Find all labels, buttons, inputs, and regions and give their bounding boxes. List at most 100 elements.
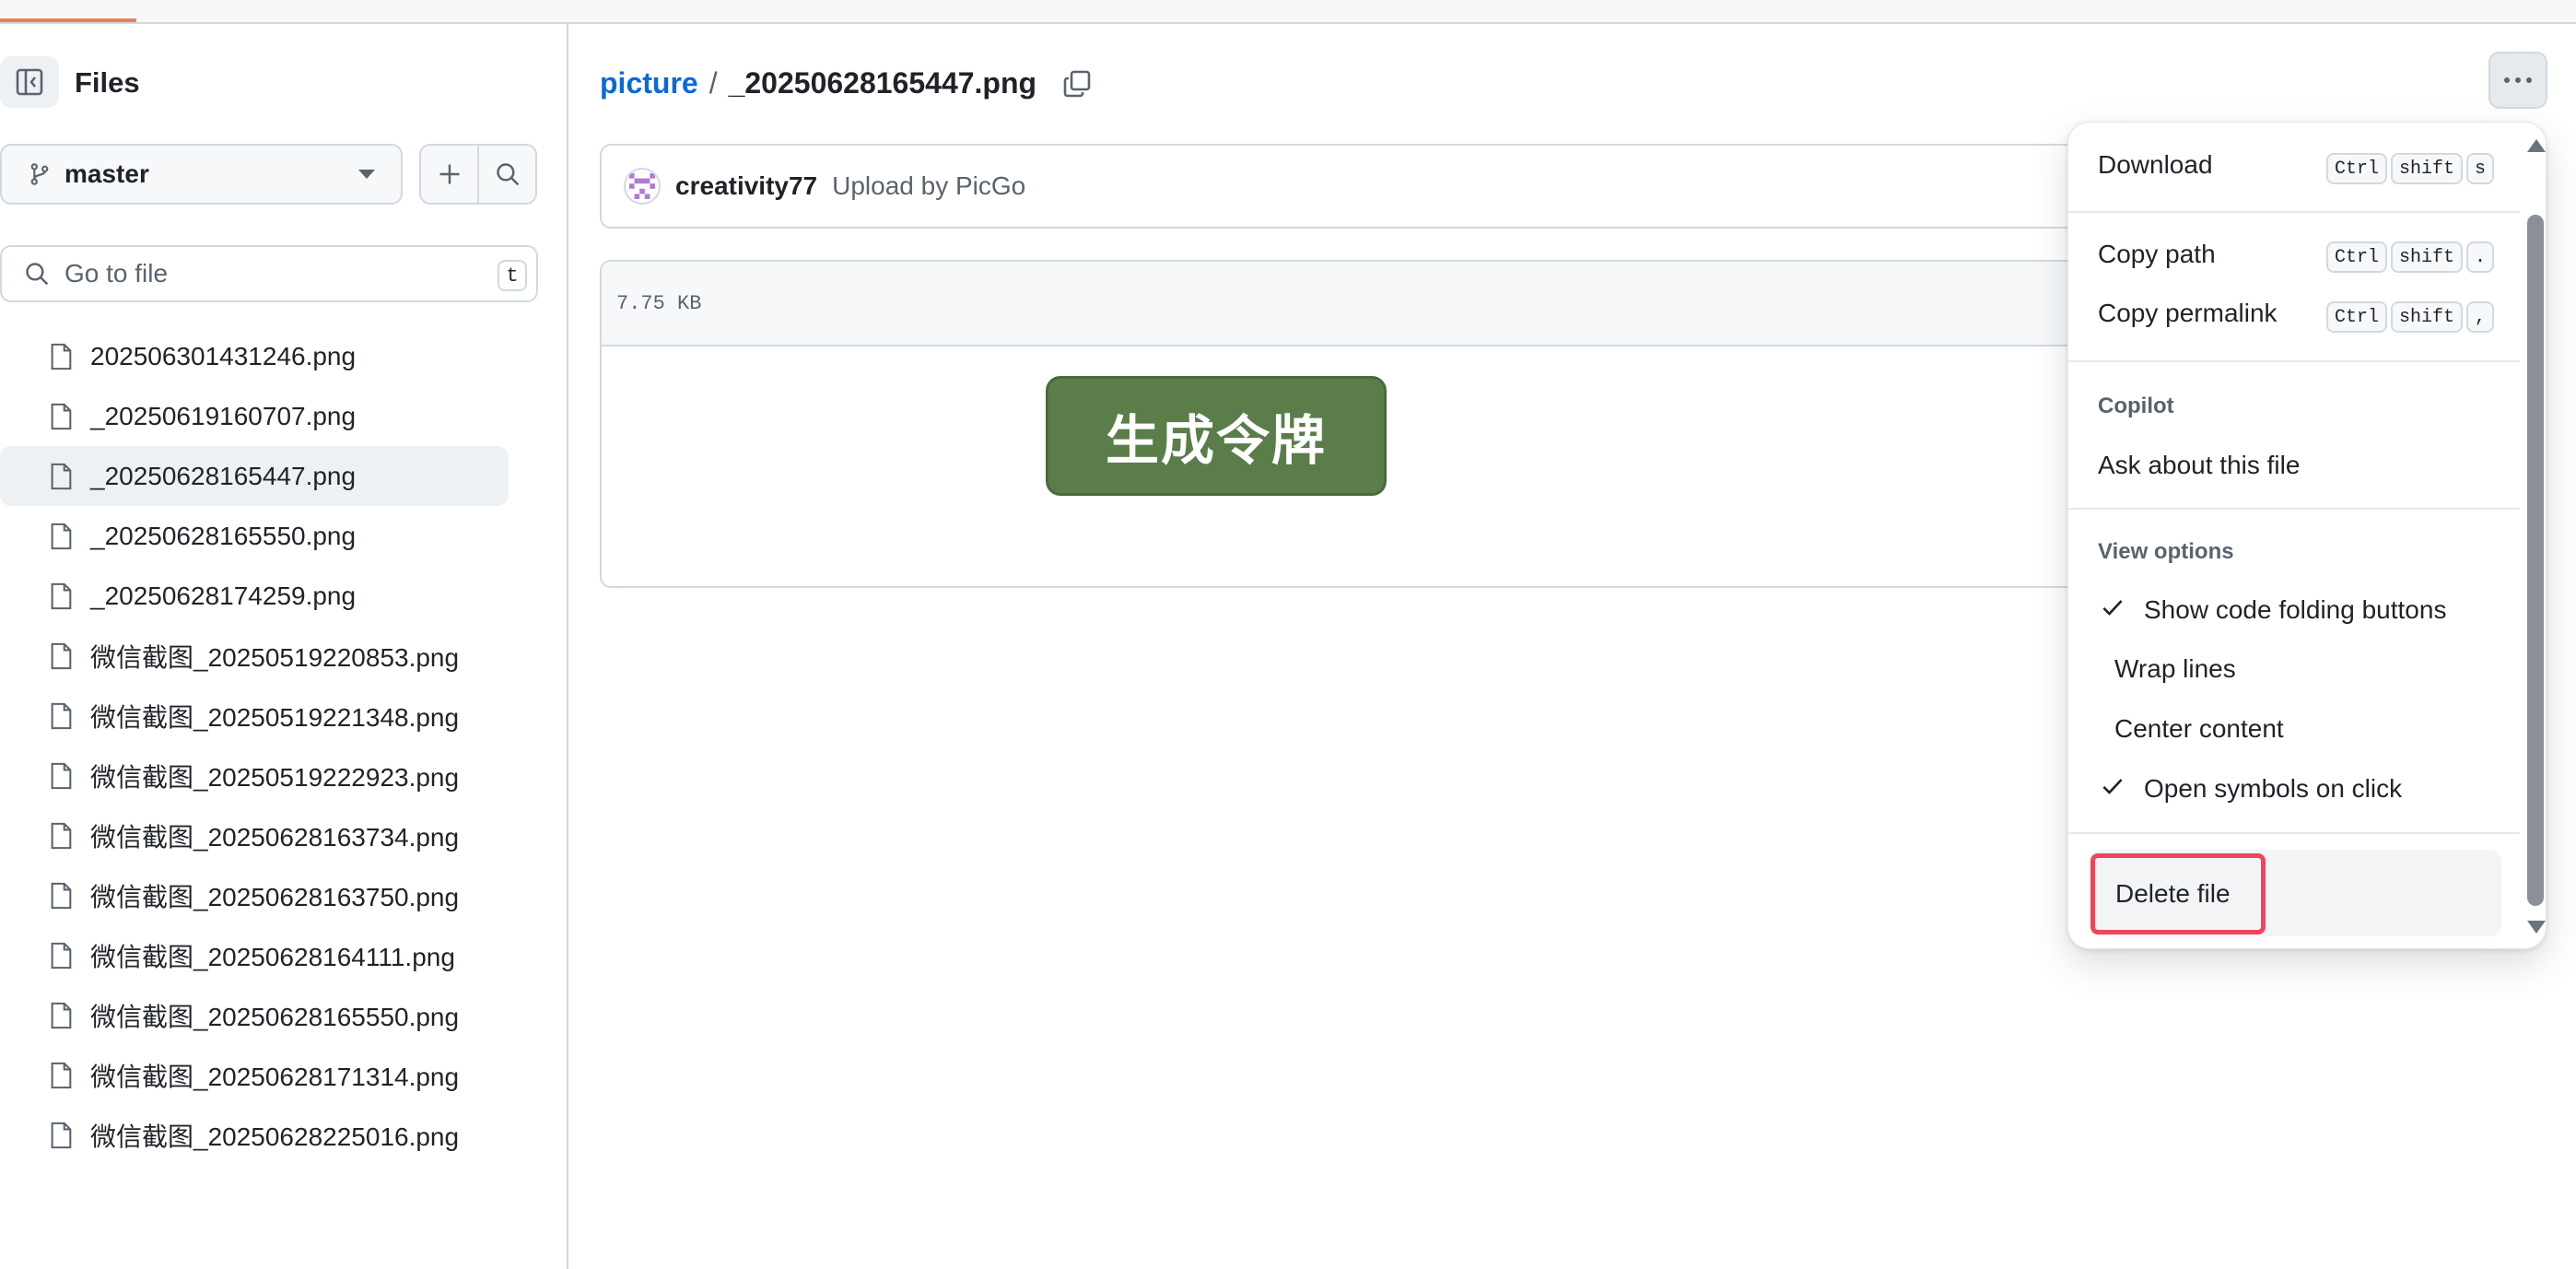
check-icon xyxy=(2102,600,2123,616)
menu-divider xyxy=(2068,211,2520,213)
file-icon xyxy=(51,702,72,729)
commit-message[interactable]: Upload by PicGo xyxy=(832,171,1025,201)
menu-divider xyxy=(2068,508,2520,510)
go-to-file-shortcut: t xyxy=(498,260,527,291)
file-icon xyxy=(51,762,72,789)
file-tree-item-name: _20250628165447.png xyxy=(90,461,357,490)
file-tree-item[interactable]: _20250628165447.png xyxy=(0,446,509,506)
file-tree-item-name: _20250628174259.png xyxy=(90,581,357,610)
kbd-key: Ctrl xyxy=(2325,241,2387,273)
file-tree-item[interactable]: 202506301431246.png xyxy=(0,326,509,386)
search-icon xyxy=(496,163,519,186)
go-to-file-search: t xyxy=(0,245,538,302)
file-icon xyxy=(51,463,72,489)
kbd-key: shift xyxy=(2390,241,2463,273)
copy-permalink-shortcut: Ctrl shift , xyxy=(2325,301,2494,333)
file-tree-item-name: 微信截图_20250628225016.png xyxy=(90,1122,460,1151)
search-icon xyxy=(26,263,49,286)
file-tree-item[interactable]: 微信截图_20250628163734.png xyxy=(0,805,509,865)
copy-path-button[interactable] xyxy=(1062,69,1092,99)
kbd-key: . xyxy=(2465,241,2494,273)
menu-item-wrap-lines[interactable]: Wrap lines xyxy=(2114,654,2236,684)
menu-section-copilot: Copilot xyxy=(2098,394,2174,418)
file-icon xyxy=(51,642,72,669)
file-tree-item[interactable]: 微信截图_20250628171314.png xyxy=(0,1045,509,1105)
file-tree-item-name: 微信截图_20250519220853.png xyxy=(90,642,460,672)
kbd-key: shift xyxy=(2390,153,2463,184)
file-icon xyxy=(51,523,72,549)
collapse-sidebar-button[interactable] xyxy=(0,56,59,108)
file-tree-item[interactable]: _20250619160707.png xyxy=(0,386,509,446)
add-file-button[interactable] xyxy=(421,146,477,203)
breadcrumb-repo-link[interactable]: picture xyxy=(600,66,698,100)
scrollbar-thumb[interactable] xyxy=(2527,215,2544,906)
search-code-button[interactable] xyxy=(477,146,535,203)
file-tree-item[interactable]: 微信截图_20250519220853.png xyxy=(0,626,509,686)
scroll-up-arrow-icon[interactable] xyxy=(2527,139,2546,152)
commit-author[interactable]: creativity77 xyxy=(675,171,817,201)
top-header-bar xyxy=(0,0,2576,24)
file-tree-item[interactable]: _20250628174259.png xyxy=(0,566,509,626)
file-icon xyxy=(51,822,72,849)
kebab-horizontal-icon xyxy=(2504,77,2532,83)
file-tree-item-name: 微信截图_20250628165550.png xyxy=(90,1002,460,1031)
menu-scrollbar[interactable] xyxy=(2522,123,2546,948)
menu-item-copy-path[interactable]: Copy path xyxy=(2098,240,2216,269)
sidebar-title: Files xyxy=(75,66,140,99)
menu-item-show-code-folding[interactable]: Show code folding buttons xyxy=(2144,595,2446,625)
scroll-down-arrow-icon[interactable] xyxy=(2527,921,2546,934)
git-branch-icon xyxy=(30,163,49,185)
file-tree-item-name: 微信截图_20250519222923.png xyxy=(90,762,460,792)
file-tree-item-name: 微信截图_20250628163750.png xyxy=(90,882,460,911)
kbd-key: , xyxy=(2465,301,2494,333)
branch-name: master xyxy=(64,159,149,188)
file-tree-item[interactable]: 微信截图_20250519221348.png xyxy=(0,686,509,746)
menu-divider xyxy=(2068,832,2520,834)
menu-item-open-symbols[interactable]: Open symbols on click xyxy=(2144,774,2402,804)
check-icon xyxy=(2102,779,2123,794)
file-tree-item-name: 微信截图_20250628163734.png xyxy=(90,822,460,852)
branch-selector[interactable]: master xyxy=(0,144,403,205)
file-tree-item[interactable]: 微信截图_20250519222923.png xyxy=(0,746,509,805)
menu-item-ask-copilot[interactable]: Ask about this file xyxy=(2098,451,2300,480)
delete-file-label: Delete file xyxy=(2115,879,2231,908)
copy-icon xyxy=(1063,70,1091,97)
file-tree-item[interactable]: 微信截图_20250628225016.png xyxy=(0,1105,509,1165)
file-tree-item-name: 微信截图_20250628164111.png xyxy=(90,942,455,971)
chevron-down-icon xyxy=(358,170,375,179)
menu-item-delete-file[interactable]: Delete file xyxy=(2090,853,2266,934)
file-tree-item-name: _20250628165550.png xyxy=(90,521,357,550)
menu-divider xyxy=(2068,360,2520,362)
file-actions-group xyxy=(419,144,537,205)
plus-icon xyxy=(439,164,459,184)
file-icon xyxy=(51,1002,72,1028)
file-tree-item[interactable]: _20250628165550.png xyxy=(0,506,509,566)
file-icon xyxy=(51,1062,72,1088)
sidebar-collapse-icon xyxy=(16,68,43,96)
file-tree-list: 202506301431246.png _20250619160707.png _2… xyxy=(0,326,509,1165)
file-tree-item[interactable]: 微信截图_20250628163750.png xyxy=(0,865,509,925)
go-to-file-input[interactable] xyxy=(64,259,461,288)
file-icon xyxy=(51,1122,72,1148)
file-tree-item[interactable]: 微信截图_20250628165550.png xyxy=(0,985,509,1045)
breadcrumb: picture / _20250628165447.png xyxy=(600,66,1092,100)
menu-item-download[interactable]: Download xyxy=(2098,150,2213,180)
identicon-icon xyxy=(629,173,655,199)
image-preview: 生成令牌 xyxy=(1046,376,1387,496)
file-icon xyxy=(51,942,72,969)
menu-item-center-content[interactable]: Center content xyxy=(2114,714,2284,744)
copy-path-shortcut: Ctrl shift . xyxy=(2325,241,2494,273)
file-tree-item-name: 微信截图_20250519221348.png xyxy=(90,702,460,732)
menu-item-copy-permalink[interactable]: Copy permalink xyxy=(2098,299,2277,328)
kbd-key: s xyxy=(2465,153,2494,184)
avatar[interactable] xyxy=(624,168,661,205)
more-options-button[interactable] xyxy=(2488,52,2547,109)
file-tree-item-name: _20250619160707.png xyxy=(90,401,357,430)
file-options-menu: Download Ctrl shift s Copy path Ctrl shi… xyxy=(2067,122,2547,949)
kbd-key: Ctrl xyxy=(2325,153,2387,184)
file-tree-item-name: 202506301431246.png xyxy=(90,341,357,370)
file-tree-item[interactable]: 微信截图_20250628164111.png xyxy=(0,925,509,985)
file-icon xyxy=(51,582,72,609)
breadcrumb-file-name: _20250628165447.png xyxy=(728,66,1037,100)
file-tree-sidebar: Files master Go to file t 20250630143124… xyxy=(0,24,568,1269)
